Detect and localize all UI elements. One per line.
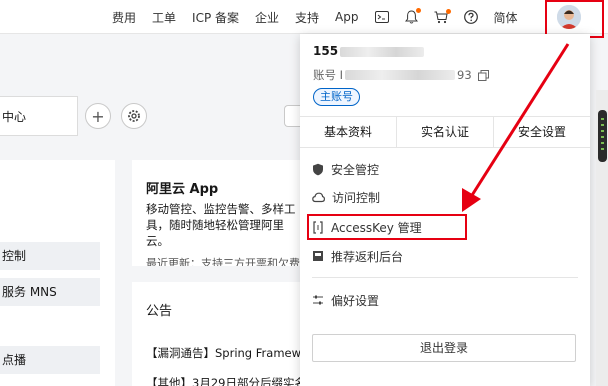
- annotation-arrow: [462, 43, 570, 212]
